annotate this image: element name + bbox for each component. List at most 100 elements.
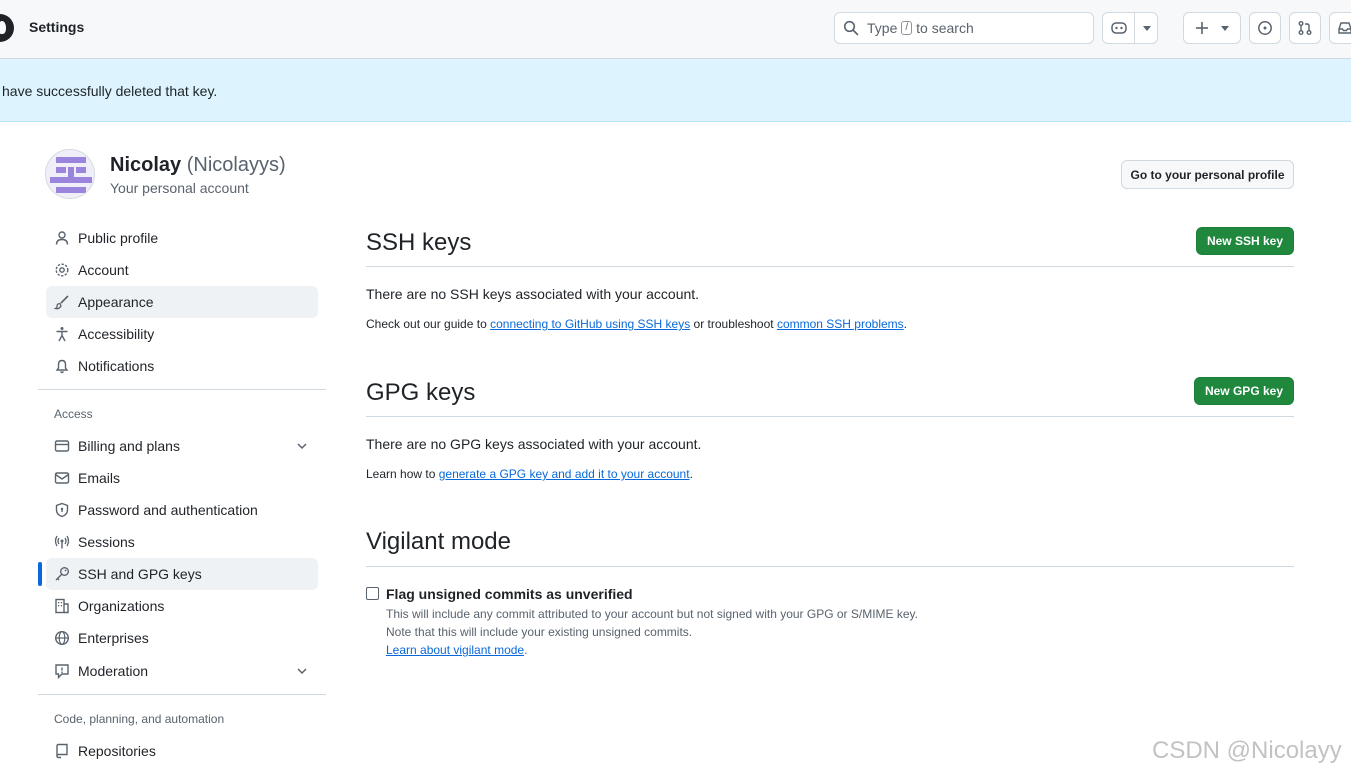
paintbrush-icon [54,294,70,310]
search-suffix: to search [916,20,974,36]
account-login: (Nicolayys) [186,154,286,176]
avatar[interactable] [45,149,95,199]
create-new-button[interactable] [1183,12,1241,44]
report-icon [54,663,70,679]
sidebar-divider [38,389,326,390]
new-ssh-key-button[interactable]: New SSH key [1196,227,1294,255]
sidebar-item-public-profile[interactable]: Public profile [46,222,318,254]
sidebar-item-label: Organizations [78,598,165,614]
vigilant-learn-text: Learn about vigilant mode. [386,643,527,657]
gpg-generate-link[interactable]: generate a GPG key and add it to your ac… [439,467,690,481]
sidebar-item-ssh-gpg-keys[interactable]: SSH and GPG keys [46,558,318,590]
inbox-button[interactable] [1329,12,1351,44]
pull-requests-button[interactable] [1289,12,1321,44]
ssh-troubleshoot-link[interactable]: common SSH problems [777,317,904,331]
sidebar-heading-code-planning: Code, planning, and automation [54,712,225,726]
sidebar-item-label: Account [78,262,129,278]
account-subtitle: Your personal account [110,180,249,196]
sidebar-item-enterprises[interactable]: Enterprises [46,622,318,654]
sidebar-item-label: Password and authentication [78,502,258,518]
search-icon [843,20,859,36]
copilot-button[interactable] [1102,12,1158,44]
search-input[interactable]: Type / to search [834,12,1094,44]
search-shortcut-key: / [901,21,913,35]
vigilant-learn-link[interactable]: Learn about vigilant mode [386,643,524,657]
ssh-empty-message: There are no SSH keys associated with yo… [366,286,700,302]
sidebar-item-label: Moderation [78,663,149,679]
gpg-learn-prefix: Learn how to [366,467,436,481]
gpg-learn-end: . [689,467,693,481]
gpg-learn-text: Learn how to generate a GPG key and add … [366,467,693,481]
sidebar-item-billing[interactable]: Billing and plans [46,430,318,462]
issues-button[interactable] [1249,12,1281,44]
ssh-guide-text: Check out our guide to connecting to Git… [366,317,907,331]
sidebar-item-organizations[interactable]: Organizations [46,590,318,622]
account-name: Nicolay (Nicolayys) [110,154,286,177]
repo-icon [54,743,70,759]
sidebar-item-emails[interactable]: Emails [46,462,318,494]
person-icon [54,230,70,246]
sidebar-item-label: Notifications [78,358,155,374]
section-divider [366,566,1294,567]
chevron-down-icon [1221,25,1229,31]
chevron-down-icon[interactable] [296,665,308,677]
shield-lock-icon [54,502,70,518]
sidebar-item-notifications[interactable]: Notifications [46,350,318,382]
accessibility-icon [54,326,70,342]
ssh-guide-middle: or troubleshoot [693,317,774,331]
button-divider [1133,12,1135,44]
sidebar-item-label: Enterprises [78,630,149,646]
gear-icon [54,262,70,278]
sidebar-item-label: Repositories [78,743,156,759]
header-title: Settings [29,19,85,35]
sidebar-heading-access: Access [54,407,93,421]
issue-opened-icon [1258,21,1272,35]
bell-icon [54,358,70,374]
ssh-guide-prefix: Check out our guide to [366,317,487,331]
search-prefix: Type [867,20,898,36]
copilot-icon [1110,22,1127,34]
vigilant-note-1: This will include any commit attributed … [386,607,919,621]
sidebar-item-label: Emails [78,470,121,486]
active-indicator [38,562,42,586]
go-to-profile-button[interactable]: Go to your personal profile [1121,160,1294,189]
plus-icon [1196,22,1208,34]
git-pull-request-icon [1298,21,1312,35]
sidebar-item-moderation[interactable]: Moderation [46,655,318,687]
watermark: CSDN @Nicolayy [1152,737,1342,764]
sidebar-item-account[interactable]: Account [46,254,318,286]
flash-banner: have successfully deleted that key. [0,59,1351,122]
sidebar-item-label: SSH and GPG keys [78,566,202,582]
key-icon [54,566,70,582]
sidebar-item-repositories[interactable]: Repositories [46,735,318,767]
chevron-down-icon[interactable] [296,440,308,452]
flag-unsigned-commits-checkbox[interactable] [366,587,379,600]
sidebar-item-accessibility[interactable]: Accessibility [46,318,318,350]
flag-unsigned-commits-label[interactable]: Flag unsigned commits as unverified [386,586,633,602]
account-display-name: Nicolay [110,154,182,176]
organization-icon [54,598,70,614]
new-gpg-key-button[interactable]: New GPG key [1194,377,1294,405]
vigilant-mode-heading: Vigilant mode [366,528,511,555]
sidebar-item-label: Appearance [78,294,154,310]
gpg-keys-heading: GPG keys [366,379,476,406]
ssh-guide-end: . [903,317,908,331]
inbox-icon [1338,22,1351,34]
ssh-guide-link[interactable]: connecting to GitHub using SSH keys [490,317,690,331]
sidebar-item-label: Public profile [78,230,159,246]
chevron-down-icon [1142,25,1151,31]
gpg-empty-message: There are no GPG keys associated with yo… [366,436,702,452]
top-header: Settings Type / to search [0,0,1351,59]
section-divider [366,416,1294,417]
vigilant-learn-end: . [524,643,528,657]
sidebar-item-password-authentication[interactable]: Password and authentication [46,494,318,526]
sidebar-item-sessions[interactable]: Sessions [46,526,318,558]
ssh-keys-heading: SSH keys [366,229,472,256]
sidebar-item-label: Accessibility [78,326,155,342]
broadcast-icon [54,534,70,550]
flash-message: have successfully deleted that key. [2,83,218,99]
identicon-image [46,150,94,198]
mail-icon [54,470,70,486]
github-logo-icon[interactable] [0,14,14,42]
sidebar-item-appearance[interactable]: Appearance [46,286,318,318]
